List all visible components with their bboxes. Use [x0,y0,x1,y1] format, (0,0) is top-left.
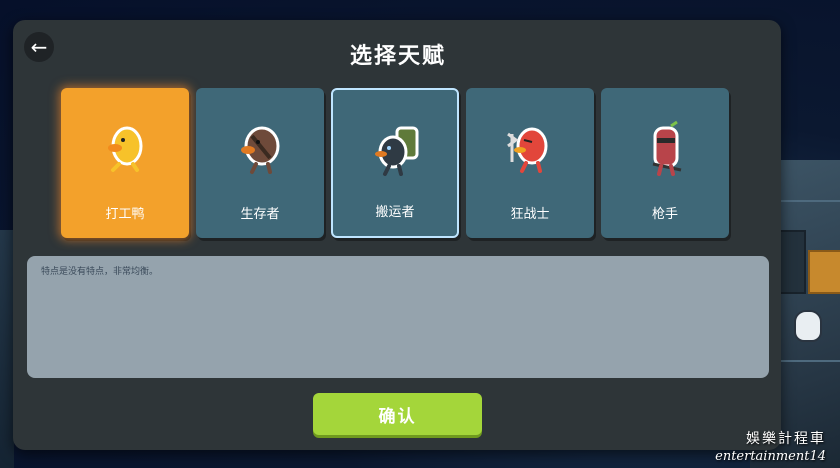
talent-name: 搬运者 [375,205,415,220]
talent-description: 特点是没有特点，非常均衡。 [41,267,159,277]
duck-character-icon [794,310,822,342]
talent-name: 生存者 [240,207,280,222]
watermark-en: entertainment14 [715,449,826,464]
gunner-duck-icon [652,120,682,176]
worker-duck-icon [108,126,143,172]
porter-duck-icon [375,126,419,176]
talent-name: 枪手 [651,207,678,222]
talent-card-worker-duck[interactable]: 打工鸭 [61,88,189,238]
watermark: 娛樂計程車 entertainment14 [715,428,826,464]
watermark-cn: 娛樂計程車 [746,431,826,447]
talent-card-survivor[interactable]: 生存者 [196,88,324,238]
talent-card-porter[interactable]: 搬运者 [331,88,459,238]
talent-name: 打工鸭 [105,207,145,222]
talent-card-berserker[interactable]: 狂战士 [466,88,594,238]
background-scene-left [0,230,14,468]
confirm-button[interactable]: 确认 [313,393,482,435]
talent-card-gunner[interactable]: 枪手 [601,88,729,238]
survivor-duck-icon [241,126,280,174]
talent-card-list: 打工鸭 生存者 搬运者 狂战士 枪手 [61,88,731,238]
berserker-duck-icon [507,127,548,173]
page-title: 选择天赋 [349,44,446,69]
talent-description-box: 特点是没有特点，非常均衡。 [27,256,769,378]
talent-name: 狂战士 [510,207,550,222]
crate-icon [808,250,840,294]
